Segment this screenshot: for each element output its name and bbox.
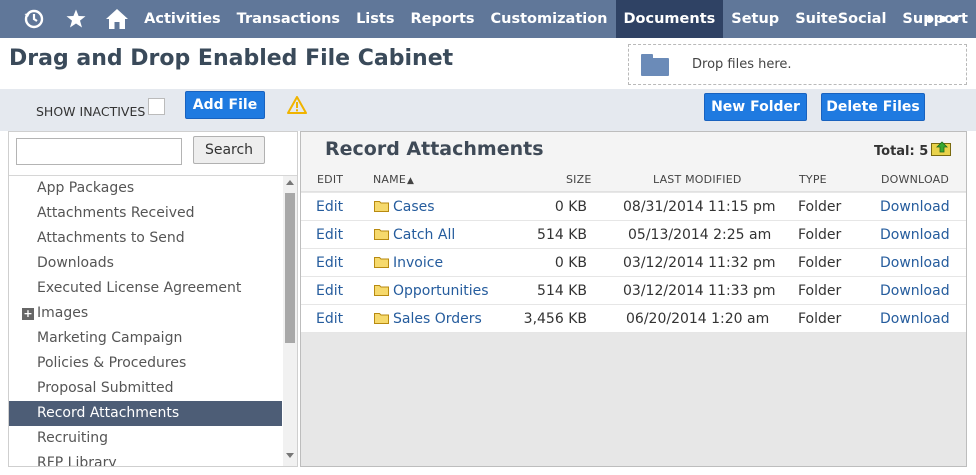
edit-link[interactable]: Edit bbox=[316, 227, 343, 243]
col-name-label: NAME bbox=[373, 173, 406, 186]
type-cell: Folder bbox=[798, 227, 842, 243]
col-type: TYPE bbox=[799, 173, 827, 186]
file-name-link[interactable]: Invoice bbox=[393, 255, 443, 271]
col-name[interactable]: NAME▲ bbox=[373, 173, 414, 186]
scroll-thumb[interactable] bbox=[285, 193, 295, 343]
folder-item[interactable]: Attachments Received bbox=[9, 201, 282, 226]
size-cell: 0 KB bbox=[554, 255, 587, 271]
nav-suitesocial[interactable]: SuiteSocial bbox=[787, 0, 894, 38]
folder-icon bbox=[374, 313, 389, 324]
star-icon[interactable] bbox=[62, 0, 90, 38]
table-row: Edit Opportunities 514 KB 03/12/2014 11:… bbox=[301, 277, 966, 305]
folder-item[interactable]: Downloads bbox=[9, 251, 282, 276]
modified-cell: 05/13/2014 2:25 am bbox=[628, 227, 772, 243]
size-cell: 3,456 KB bbox=[523, 311, 587, 327]
col-last-modified: LAST MODIFIED bbox=[653, 173, 742, 186]
folder-item[interactable]: Marketing Campaign bbox=[9, 326, 282, 351]
sort-asc-icon: ▲ bbox=[407, 176, 415, 186]
nav-documents[interactable]: Documents bbox=[615, 0, 724, 38]
folder-item[interactable]: Attachments to Send bbox=[9, 226, 282, 251]
nav-activities[interactable]: Activities bbox=[136, 0, 229, 38]
edit-link[interactable]: Edit bbox=[316, 255, 343, 271]
file-name-link[interactable]: Cases bbox=[393, 199, 435, 215]
drop-zone-text: Drop files here. bbox=[692, 57, 792, 72]
download-link[interactable]: Download bbox=[880, 255, 950, 271]
folder-item[interactable]: App Packages bbox=[9, 176, 282, 201]
delete-files-button[interactable]: Delete Files bbox=[821, 93, 925, 121]
home-icon[interactable] bbox=[103, 0, 131, 38]
top-nav: Activities Transactions Lists Reports Cu… bbox=[0, 0, 976, 38]
file-name-link[interactable]: Opportunities bbox=[393, 283, 489, 299]
folder-icon bbox=[374, 201, 389, 212]
col-size: SIZE bbox=[566, 173, 592, 186]
scroll-down-icon[interactable] bbox=[286, 453, 294, 458]
folder-icon bbox=[641, 53, 669, 76]
file-name-link[interactable]: Sales Orders bbox=[393, 311, 482, 327]
folder-item-selected[interactable]: Record Attachments bbox=[9, 401, 282, 426]
type-cell: Folder bbox=[798, 255, 842, 271]
folder-list: App Packages Attachments Received Attach… bbox=[9, 176, 282, 466]
folder-item[interactable]: Policies & Procedures bbox=[9, 351, 282, 376]
type-cell: Folder bbox=[798, 199, 842, 215]
edit-link[interactable]: Edit bbox=[316, 311, 343, 327]
table-row: Edit Cases 0 KB 08/31/2014 11:15 pm Fold… bbox=[301, 193, 966, 221]
type-cell: Folder bbox=[798, 283, 842, 299]
table-row: Edit Invoice 0 KB 03/12/2014 11:32 pm Fo… bbox=[301, 249, 966, 277]
show-inactives-checkbox[interactable] bbox=[148, 98, 165, 115]
nav-reports[interactable]: Reports bbox=[402, 0, 482, 38]
warning-icon[interactable] bbox=[287, 96, 307, 114]
content-title: Record Attachments bbox=[325, 138, 544, 160]
nav-lists[interactable]: Lists bbox=[348, 0, 402, 38]
page-title: Drag and Drop Enabled File Cabinet bbox=[9, 46, 454, 71]
search-button[interactable]: Search bbox=[193, 136, 265, 164]
export-icon[interactable] bbox=[931, 141, 952, 156]
type-cell: Folder bbox=[798, 311, 842, 327]
modified-cell: 08/31/2014 11:15 pm bbox=[623, 199, 776, 215]
nav-customization[interactable]: Customization bbox=[483, 0, 616, 38]
new-folder-button[interactable]: New Folder bbox=[704, 93, 807, 121]
download-link[interactable]: Download bbox=[880, 283, 950, 299]
table-header: EDIT NAME▲ SIZE LAST MODIFIED TYPE DOWNL… bbox=[301, 166, 966, 192]
scroll-up-icon[interactable] bbox=[286, 180, 294, 185]
folder-icon bbox=[374, 257, 389, 268]
nav-transactions[interactable]: Transactions bbox=[229, 0, 348, 38]
search-input[interactable] bbox=[16, 138, 182, 165]
folder-icon bbox=[374, 285, 389, 296]
total-count: Total: 5 bbox=[874, 144, 929, 159]
download-link[interactable]: Download bbox=[880, 311, 950, 327]
edit-link[interactable]: Edit bbox=[316, 283, 343, 299]
size-cell: 514 KB bbox=[537, 283, 587, 299]
show-inactives-label: SHOW INACTIVES bbox=[36, 104, 146, 119]
drop-zone[interactable]: Drop files here. bbox=[628, 44, 967, 85]
col-edit: EDIT bbox=[317, 173, 344, 186]
nav-setup[interactable]: Setup bbox=[723, 0, 787, 38]
folder-item[interactable]: Recruiting bbox=[9, 426, 282, 451]
more-menu-icon[interactable]: ••• bbox=[924, 10, 962, 31]
folder-list-scrollbar[interactable] bbox=[283, 176, 297, 466]
folder-item[interactable]: Executed License Agreement bbox=[9, 276, 282, 301]
file-name-link[interactable]: Catch All bbox=[393, 227, 455, 243]
expand-plus-icon[interactable]: + bbox=[22, 308, 34, 320]
folder-item-images[interactable]: + Images bbox=[9, 301, 282, 326]
add-file-button[interactable]: Add File bbox=[185, 91, 265, 119]
size-cell: 0 KB bbox=[554, 199, 587, 215]
download-link[interactable]: Download bbox=[880, 227, 950, 243]
folder-item[interactable]: Proposal Submitted bbox=[9, 376, 282, 401]
size-cell: 514 KB bbox=[537, 227, 587, 243]
modified-cell: 03/12/2014 11:33 pm bbox=[623, 283, 776, 299]
recent-icon[interactable] bbox=[20, 0, 48, 38]
edit-link[interactable]: Edit bbox=[316, 199, 343, 215]
modified-cell: 03/12/2014 11:32 pm bbox=[623, 255, 776, 271]
col-download: DOWNLOAD bbox=[881, 173, 950, 186]
folder-item[interactable]: RFP Library bbox=[9, 451, 282, 466]
folder-icon bbox=[374, 229, 389, 240]
table-row: Edit Catch All 514 KB 05/13/2014 2:25 am… bbox=[301, 221, 966, 249]
download-link[interactable]: Download bbox=[880, 199, 950, 215]
table-row: Edit Sales Orders 3,456 KB 06/20/2014 1:… bbox=[301, 305, 966, 333]
folder-item-label: Images bbox=[37, 305, 89, 321]
modified-cell: 06/20/2014 1:20 am bbox=[626, 311, 770, 327]
